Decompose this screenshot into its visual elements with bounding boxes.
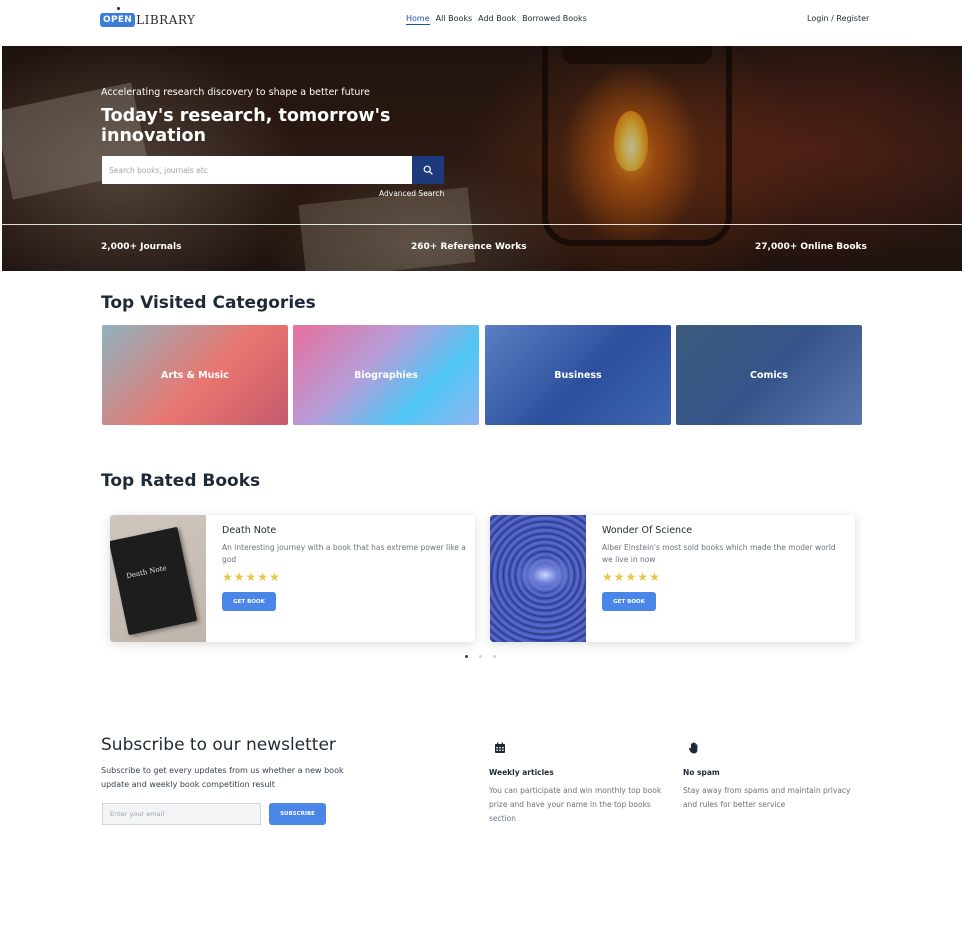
- advanced-search-link[interactable]: Advanced Search: [379, 189, 444, 198]
- categories-title: Top Visited Categories: [101, 293, 316, 313]
- star-icon: ★: [245, 570, 257, 584]
- book-cover-image: [490, 515, 586, 642]
- login-register-link[interactable]: Login / Register: [807, 14, 869, 23]
- star-icon: ★: [613, 570, 625, 584]
- category-label: Arts & Music: [161, 369, 229, 381]
- book-title: Death Note: [222, 525, 277, 536]
- book-card: Death Note Death Note An interesting jou…: [110, 515, 475, 642]
- hero-headline: Today's research, tomorrow's innovation: [101, 106, 391, 146]
- star-icon: ★: [257, 570, 269, 584]
- hero-tagline: Accelerating research discovery to shape…: [101, 87, 370, 98]
- get-book-button[interactable]: GET BOOK: [602, 592, 656, 611]
- carousel-pagination: [465, 655, 496, 658]
- category-label: Business: [554, 369, 602, 381]
- category-card-arts-music[interactable]: Arts & Music: [102, 325, 288, 425]
- feature-description: You can participate and win monthly top …: [489, 786, 662, 823]
- book-cover-image: Death Note: [110, 515, 206, 642]
- search-icon: [423, 165, 433, 175]
- hero-divider: [2, 224, 962, 225]
- book-description: An interesting journey with a book that …: [222, 543, 466, 564]
- newsletter-description: Subscribe to get every updates from us w…: [101, 766, 344, 789]
- stat-journals: 2,000+ Journals: [101, 242, 182, 252]
- category-card-comics[interactable]: Comics: [676, 325, 862, 425]
- book-rating: ★ ★ ★ ★ ★: [222, 571, 280, 583]
- hero-banner: Accelerating research discovery to shape…: [2, 46, 962, 271]
- book-card: Wonder Of Science Alber Einstein's most …: [490, 515, 855, 642]
- category-label: Comics: [750, 369, 788, 381]
- hero-search-bar: [102, 156, 444, 184]
- main-menu: Home All Books Add Book Borrowed Books: [406, 14, 587, 25]
- top-rated-title: Top Rated Books: [101, 471, 261, 491]
- star-icon: ★: [269, 570, 280, 584]
- book-description: Alber Einstein's most sold books which m…: [602, 543, 836, 564]
- star-icon: ★: [233, 570, 245, 584]
- subscribe-button[interactable]: SUBSCRIBE: [269, 803, 326, 825]
- logo-library-label: LIBRARY: [136, 13, 196, 27]
- star-icon: ★: [637, 570, 649, 584]
- category-card-business[interactable]: Business: [485, 325, 671, 425]
- search-input[interactable]: [102, 156, 412, 184]
- book-title: Wonder Of Science: [602, 525, 693, 536]
- site-logo[interactable]: OPEN LIBRARY: [100, 7, 196, 31]
- nav-link-all-books[interactable]: All Books: [436, 14, 473, 25]
- feature-description: Stay away from spams and maintain privac…: [683, 786, 851, 809]
- calendar-icon: [495, 742, 505, 753]
- star-icon: ★: [649, 570, 660, 584]
- star-icon: ★: [222, 570, 233, 584]
- nav-link-home[interactable]: Home: [406, 14, 430, 25]
- get-book-button[interactable]: GET BOOK: [222, 592, 276, 611]
- star-icon: ★: [625, 570, 637, 584]
- logo-open-label: OPEN: [100, 13, 136, 27]
- notebook-title-text: Death Note: [125, 564, 168, 581]
- newsletter-title: Subscribe to our newsletter: [101, 735, 336, 755]
- logo-dot: [117, 7, 120, 10]
- carousel-dot[interactable]: [493, 655, 496, 658]
- feature-title-no-spam: No spam: [683, 768, 720, 777]
- nav-link-add-book[interactable]: Add Book: [478, 14, 516, 25]
- stat-reference-works: 260+ Reference Works: [411, 242, 527, 252]
- newsletter-email-input[interactable]: [102, 803, 261, 825]
- search-button[interactable]: [412, 156, 444, 184]
- category-label: Biographies: [354, 369, 418, 381]
- top-navbar: OPEN LIBRARY Home All Books Add Book Bor…: [0, 0, 967, 46]
- carousel-dot[interactable]: [465, 655, 468, 658]
- star-icon: ★: [602, 570, 613, 584]
- stat-online-books: 27,000+ Online Books: [755, 242, 867, 252]
- carousel-dot[interactable]: [479, 655, 482, 658]
- book-rating: ★ ★ ★ ★ ★: [602, 571, 660, 583]
- hand-icon: [688, 742, 698, 754]
- death-note-notebook: Death Note: [110, 526, 198, 636]
- category-card-biographies[interactable]: Biographies: [293, 325, 479, 425]
- nav-link-borrowed-books[interactable]: Borrowed Books: [522, 14, 587, 25]
- feature-title-weekly-articles: Weekly articles: [489, 768, 554, 777]
